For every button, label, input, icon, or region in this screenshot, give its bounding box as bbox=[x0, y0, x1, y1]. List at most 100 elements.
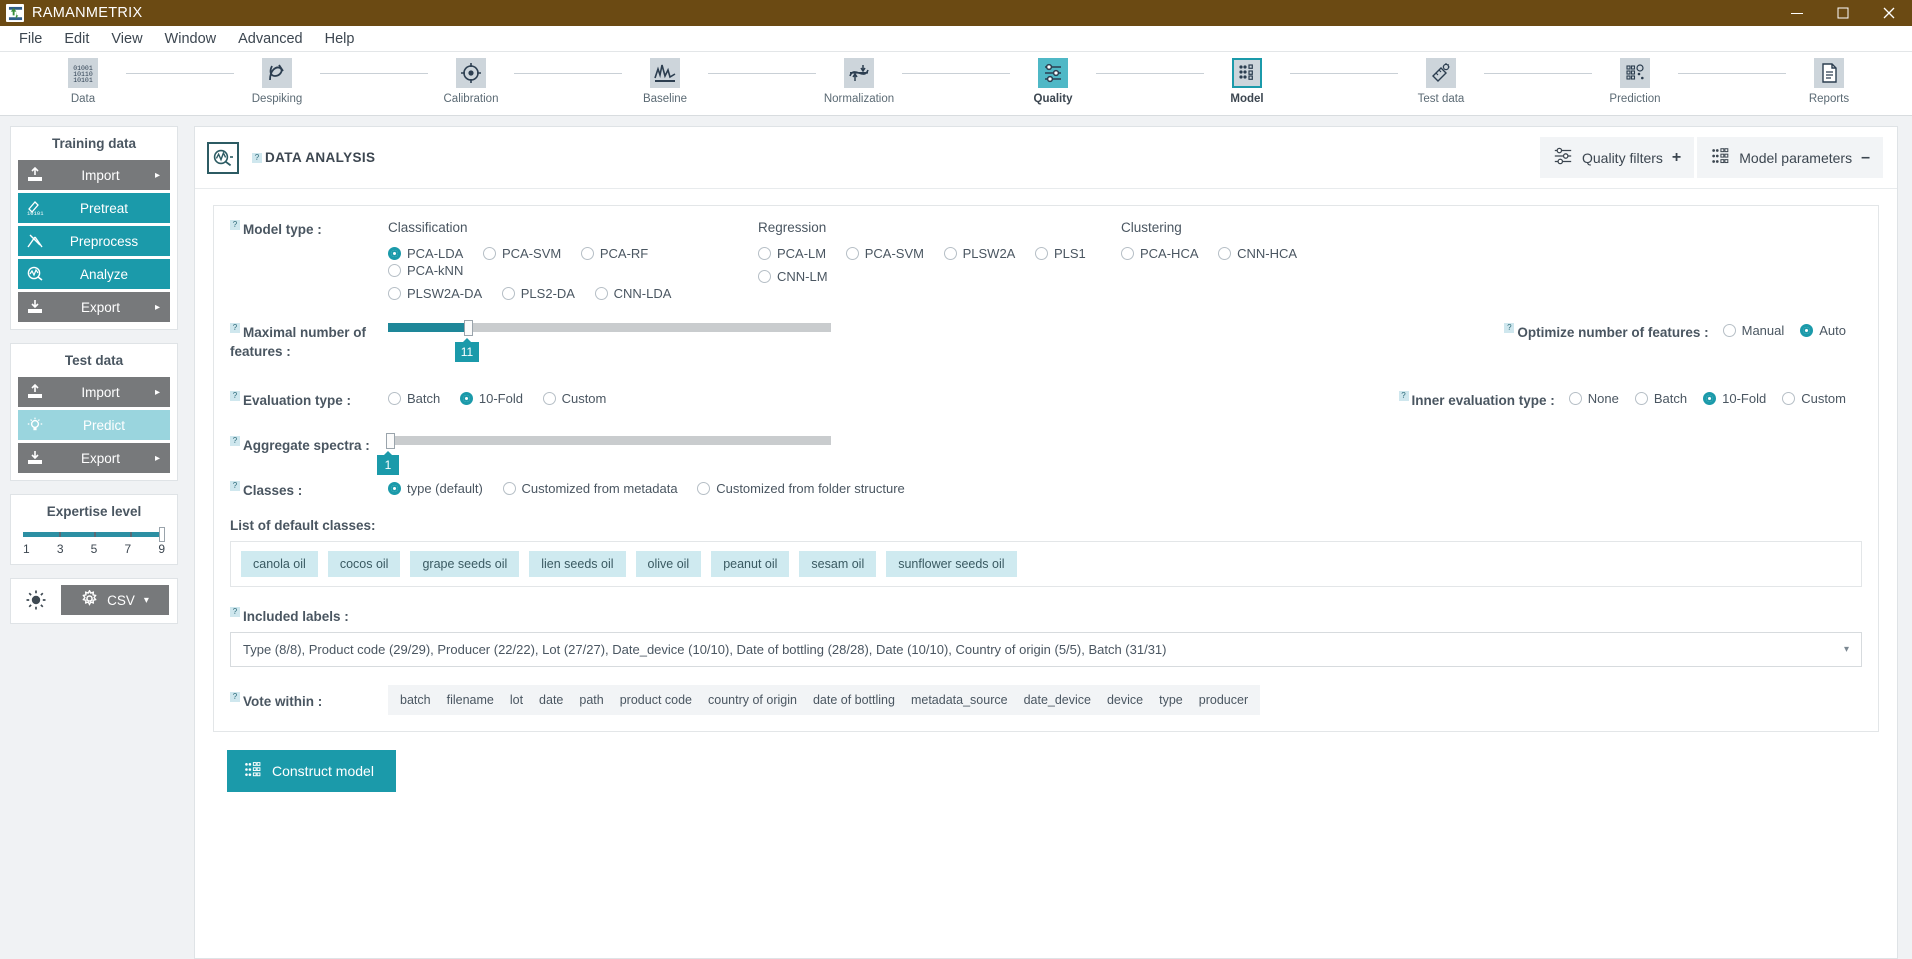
included-labels-help-icon[interactable]: ? bbox=[230, 607, 240, 617]
max-features-slider-handle[interactable] bbox=[463, 320, 473, 336]
radio-pca-knn[interactable]: PCA-kNN bbox=[388, 263, 463, 278]
radio-classes-type-default[interactable]: type (default) bbox=[388, 481, 483, 496]
vote-tag[interactable]: country of origin bbox=[700, 691, 805, 709]
radio-pca-lda[interactable]: PCA-LDA bbox=[388, 246, 463, 261]
quality-filters-button[interactable]: Quality filters + bbox=[1540, 137, 1695, 178]
radio-cnn-hca[interactable]: CNN-HCA bbox=[1218, 246, 1297, 261]
vote-tag[interactable]: device bbox=[1099, 691, 1151, 709]
radio-pls1[interactable]: PLS1 bbox=[1034, 246, 1086, 261]
radio-pls2-da[interactable]: PLS2-DA bbox=[501, 286, 575, 301]
training-analyze-button[interactable]: Analyze bbox=[18, 259, 170, 289]
vote-tag[interactable]: date_device bbox=[1016, 691, 1099, 709]
vote-tag[interactable]: type bbox=[1151, 691, 1191, 709]
model-parameters-button[interactable]: Model parameters – bbox=[1697, 137, 1883, 178]
menu-item-window[interactable]: Window bbox=[154, 29, 228, 49]
data-analysis-help-icon[interactable]: ? bbox=[252, 152, 262, 163]
export-format-button[interactable]: CSV ▾ bbox=[61, 585, 169, 615]
radio-inner-custom[interactable]: Custom bbox=[1782, 391, 1846, 406]
radio-optimize-manual[interactable]: Manual bbox=[1722, 323, 1784, 338]
inner-evaluation-type-help-icon[interactable]: ? bbox=[1398, 391, 1409, 401]
test-export-button[interactable]: Export ▸ bbox=[18, 443, 170, 473]
radio-eval-batch[interactable]: Batch bbox=[388, 391, 440, 406]
step-baseline[interactable]: Baseline bbox=[622, 58, 708, 105]
menu-item-advanced[interactable]: Advanced bbox=[227, 29, 314, 49]
class-chip[interactable]: sesam oil bbox=[799, 551, 877, 577]
classes-help-icon[interactable]: ? bbox=[230, 481, 240, 491]
step-reports[interactable]: Reports bbox=[1786, 58, 1872, 105]
max-features-slider[interactable]: 11 bbox=[388, 320, 831, 362]
aggregate-spectra-help-icon[interactable]: ? bbox=[230, 436, 240, 446]
step-quality[interactable]: Quality bbox=[1010, 58, 1096, 105]
vote-tag[interactable]: batch bbox=[392, 691, 439, 709]
menu-item-file[interactable]: File bbox=[8, 29, 53, 49]
vote-tag[interactable]: metadata_source bbox=[903, 691, 1016, 709]
step-label: Despiking bbox=[251, 93, 303, 105]
max-features-help-icon[interactable]: ? bbox=[230, 323, 240, 333]
step-despiking[interactable]: Despiking bbox=[234, 58, 320, 105]
radio-eval-10fold[interactable]: 10-Fold bbox=[459, 391, 523, 406]
vote-tag[interactable]: date bbox=[531, 691, 571, 709]
step-model[interactable]: Model bbox=[1204, 58, 1290, 105]
class-chip[interactable]: cocos oil bbox=[327, 551, 401, 577]
radio-eval-custom[interactable]: Custom bbox=[542, 391, 606, 406]
vote-tag[interactable]: date of bottling bbox=[805, 691, 903, 709]
radio-regression-pca-svm[interactable]: PCA-SVM bbox=[845, 246, 924, 261]
training-import-button[interactable]: Import ▸ bbox=[18, 160, 170, 190]
radio-inner-10fold[interactable]: 10-Fold bbox=[1703, 391, 1766, 406]
training-preprocess-button[interactable]: Preprocess bbox=[18, 226, 170, 256]
radio-inner-batch[interactable]: Batch bbox=[1634, 391, 1687, 406]
menu-item-view[interactable]: View bbox=[100, 29, 153, 49]
construct-model-button[interactable]: Construct model bbox=[227, 750, 396, 792]
vote-tag[interactable]: lot bbox=[502, 691, 531, 709]
class-chip[interactable]: peanut oil bbox=[711, 551, 790, 577]
radio-cnn-lm[interactable]: CNN-LM bbox=[758, 269, 828, 284]
step-calibration[interactable]: Calibration bbox=[428, 58, 514, 105]
step-test-data[interactable]: Test data bbox=[1398, 58, 1484, 105]
menu-item-edit[interactable]: Edit bbox=[53, 29, 100, 49]
expertise-slider-handle[interactable] bbox=[159, 527, 165, 542]
radio-plsw2a[interactable]: PLSW2A bbox=[943, 246, 1015, 261]
radio-pca-hca[interactable]: PCA-HCA bbox=[1121, 246, 1199, 261]
step-data[interactable]: 01001 10110 10101 Data bbox=[40, 58, 126, 105]
class-chip[interactable]: olive oil bbox=[635, 551, 702, 577]
vote-tag[interactable]: producer bbox=[1191, 691, 1256, 709]
training-pretreat-button[interactable]: 10101 Pretreat bbox=[18, 193, 170, 223]
class-chip[interactable]: canola oil bbox=[241, 551, 318, 577]
class-chip[interactable]: sunflower seeds oil bbox=[886, 551, 1017, 577]
class-chip[interactable]: grape seeds oil bbox=[410, 551, 520, 577]
vote-tag[interactable]: path bbox=[571, 691, 611, 709]
radio-pca-rf[interactable]: PCA-RF bbox=[580, 246, 648, 261]
maximize-icon[interactable] bbox=[1820, 0, 1866, 26]
vote-within-help-icon[interactable]: ? bbox=[230, 691, 240, 702]
step-normalization[interactable]: Normalization bbox=[816, 58, 902, 105]
vote-tag[interactable]: filename bbox=[439, 691, 502, 709]
radio-cnn-lda[interactable]: CNN-LDA bbox=[594, 286, 671, 301]
minimize-icon[interactable] bbox=[1774, 0, 1820, 26]
evaluation-type-help-icon[interactable]: ? bbox=[230, 391, 240, 401]
vote-tag[interactable]: product code bbox=[612, 691, 700, 709]
test-predict-button[interactable]: Predict bbox=[18, 410, 170, 440]
close-icon[interactable] bbox=[1866, 0, 1912, 26]
model-type-help-icon[interactable]: ? bbox=[230, 220, 240, 230]
training-export-button[interactable]: Export ▸ bbox=[18, 292, 170, 322]
radio-pca-lm[interactable]: PCA-LM bbox=[758, 246, 826, 261]
included-labels-select[interactable]: Type (8/8), Product code (29/29), Produc… bbox=[230, 632, 1862, 667]
optimize-features-help-icon[interactable]: ? bbox=[1504, 323, 1515, 333]
page-title: DATA ANALYSIS bbox=[265, 150, 376, 165]
max-features-section: ? Maximal number of features : 11 ? Opti… bbox=[230, 320, 1862, 362]
radio-plsw2a-da[interactable]: PLSW2A-DA bbox=[388, 286, 482, 301]
radio-inner-none[interactable]: None bbox=[1568, 391, 1619, 406]
sun-icon[interactable] bbox=[19, 585, 53, 615]
expertise-level-slider[interactable] bbox=[23, 527, 165, 542]
aggregate-spectra-slider-handle[interactable] bbox=[386, 433, 395, 449]
test-import-button[interactable]: Import ▸ bbox=[18, 377, 170, 407]
class-chip[interactable]: lien seeds oil bbox=[529, 551, 626, 577]
aggregate-spectra-slider[interactable]: 1 bbox=[377, 433, 831, 475]
step-prediction[interactable]: Prediction bbox=[1592, 58, 1678, 105]
menu-item-help[interactable]: Help bbox=[314, 29, 366, 49]
radio-pca-svm[interactable]: PCA-SVM bbox=[482, 246, 561, 261]
radio-classes-folder[interactable]: Customized from folder structure bbox=[697, 481, 905, 496]
radio-classes-metadata[interactable]: Customized from metadata bbox=[502, 481, 678, 496]
radio-optimize-auto[interactable]: Auto bbox=[1800, 323, 1846, 338]
radio-dot bbox=[594, 287, 608, 300]
